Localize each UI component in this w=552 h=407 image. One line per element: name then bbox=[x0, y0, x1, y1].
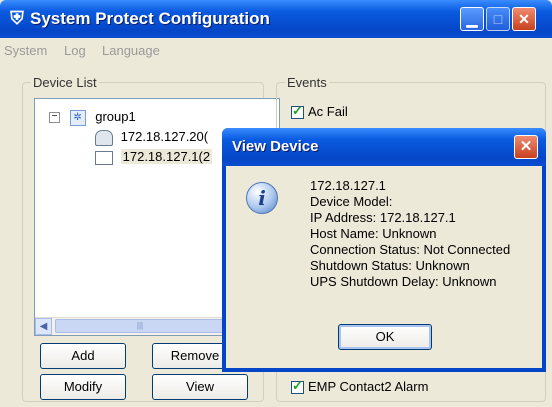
maximize-button[interactable]: □ bbox=[486, 7, 510, 31]
ac-fail-checkbox[interactable] bbox=[291, 103, 304, 119]
modify-button[interactable]: Modify bbox=[40, 374, 126, 400]
device-info-line: Device Model: bbox=[310, 194, 393, 209]
ok-button[interactable]: OK bbox=[338, 324, 432, 350]
group-icon: ✲ bbox=[69, 109, 86, 126]
maximize-icon: □ bbox=[493, 11, 503, 27]
device-info-line: Connection Status: Not Connected bbox=[310, 242, 511, 257]
dialog-body: i 172.18.127.1 Device Model: IP Address:… bbox=[226, 166, 542, 368]
scroll-left-icon[interactable]: ◀ bbox=[35, 318, 52, 335]
tree-device-row[interactable]: 172.18.127.1(2 bbox=[95, 149, 213, 165]
minimize-icon: ▁ bbox=[466, 11, 478, 27]
ac-fail-label: Ac Fail bbox=[308, 104, 348, 119]
close-icon: ✕ bbox=[519, 138, 533, 155]
view-device-dialog: View Device ✕ i 172.18.127.1 Device Mode… bbox=[222, 128, 546, 372]
view-button[interactable]: View bbox=[152, 374, 248, 400]
scroll-thumb[interactable]: ||| bbox=[55, 319, 225, 333]
emp-contact2-alarm-label: EMP Contact2 Alarm bbox=[308, 379, 429, 394]
device-info-line: Host Name: Unknown bbox=[310, 226, 437, 241]
collapse-toggle-icon[interactable]: − bbox=[49, 112, 60, 124]
ups-device-icon bbox=[95, 129, 113, 146]
info-icon: i bbox=[246, 182, 278, 214]
events-legend: Events bbox=[285, 75, 329, 90]
title-bar[interactable]: ⛨ System Protect Configuration ▁ □ ✕ bbox=[0, 0, 552, 38]
tree-device-row[interactable]: 172.18.127.20( bbox=[95, 129, 208, 146]
folder-icon bbox=[95, 150, 113, 165]
device-list-legend: Device List bbox=[31, 75, 99, 90]
tree-group-label: group1 bbox=[95, 109, 136, 124]
device-info: 172.18.127.1 Device Model: IP Address: 1… bbox=[310, 178, 510, 290]
menu-bar: System Log Language bbox=[0, 38, 552, 62]
tree-device-label: 172.18.127.20( bbox=[120, 129, 209, 144]
emp-contact2-alarm-checkbox[interactable] bbox=[291, 378, 304, 394]
dialog-title: View Device bbox=[232, 138, 319, 155]
close-icon: ✕ bbox=[518, 11, 530, 27]
add-button[interactable]: Add bbox=[40, 343, 126, 369]
dialog-title-bar[interactable]: View Device bbox=[222, 128, 546, 166]
shield-app-icon: ⛨ bbox=[10, 8, 24, 28]
menu-system[interactable]: System bbox=[4, 43, 47, 58]
device-info-line: IP Address: 172.18.127.1 bbox=[310, 210, 456, 225]
close-button[interactable]: ✕ bbox=[512, 7, 536, 31]
tree-device-label: 172.18.127.1(2 bbox=[120, 149, 213, 164]
device-info-line: UPS Shutdown Delay: Unknown bbox=[310, 274, 497, 289]
window-title: System Protect Configuration bbox=[30, 9, 270, 28]
device-info-line: Shutdown Status: Unknown bbox=[310, 258, 470, 273]
menu-language[interactable]: Language bbox=[102, 43, 160, 58]
tree-group-row[interactable]: − ✲ group1 bbox=[49, 109, 136, 126]
dialog-close-button[interactable]: ✕ bbox=[514, 135, 538, 159]
device-info-line: 172.18.127.1 bbox=[310, 178, 386, 193]
minimize-button[interactable]: ▁ bbox=[460, 7, 484, 31]
menu-log[interactable]: Log bbox=[64, 43, 86, 58]
